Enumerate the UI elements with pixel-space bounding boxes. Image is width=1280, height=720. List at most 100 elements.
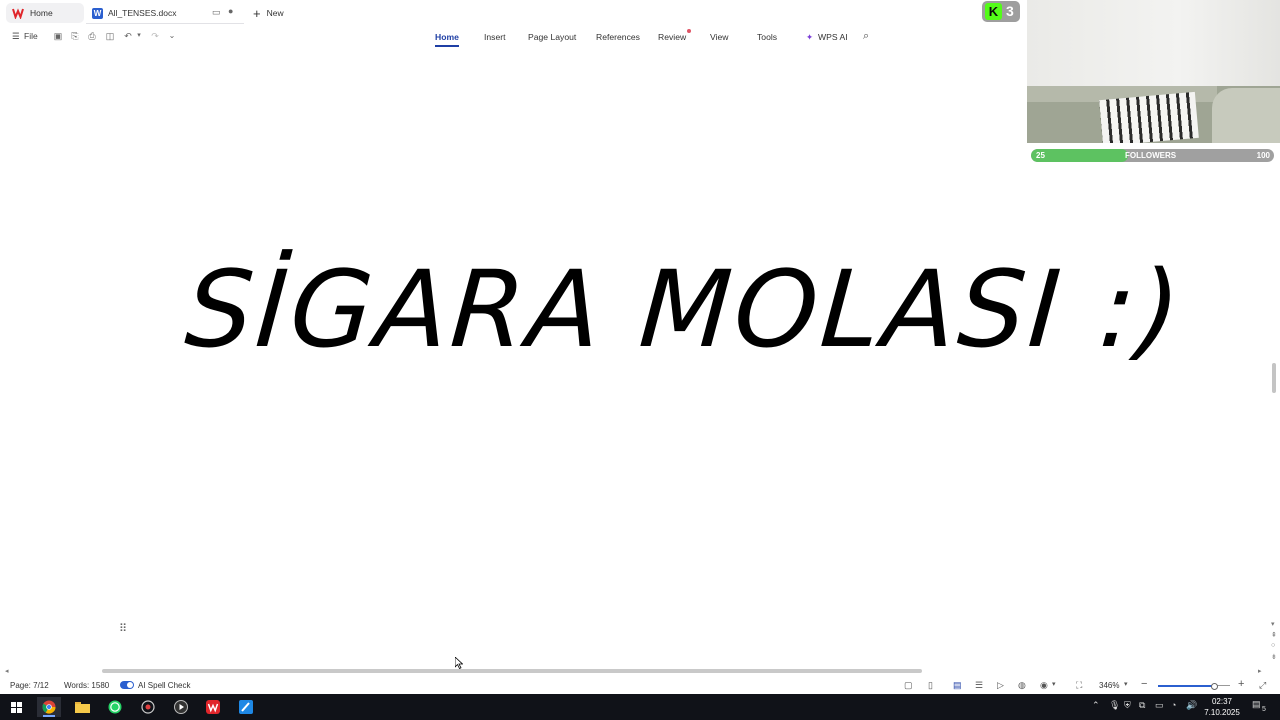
start-button[interactable] [4,697,28,717]
horizontal-scrollbar-thumb[interactable] [102,669,922,673]
taskbar-chrome[interactable] [37,697,61,717]
tab-ribbon-references[interactable]: References [596,32,640,42]
taskbar-whatsapp[interactable] [103,697,127,717]
followers-goal: 100 [1256,151,1270,160]
eye-protection-icon[interactable]: ◉ [1040,680,1048,691]
mouse-cursor-icon [455,657,463,669]
status-bar: Page: 7/12 Words: 1580 AI Spell Check ▢ … [0,678,1280,694]
folder-icon [74,702,90,713]
tab-home[interactable]: Home [6,3,84,23]
spell-check-toggle[interactable] [120,681,134,689]
file-menu[interactable]: File [24,31,38,41]
taskbar-media-player[interactable] [169,697,193,717]
wps-logo-icon [12,8,24,19]
taskbar-app-red[interactable] [136,697,160,717]
tab-ribbon-wps-ai[interactable]: WPS AI [818,32,848,42]
zoom-level[interactable]: 346% [1099,681,1119,690]
print-layout-icon[interactable]: ▤ [953,680,962,691]
webcam-armrest [1212,88,1280,143]
previous-page-icon[interactable]: ⇞ [1271,631,1277,639]
windows-taskbar: ⌃ 🎙 ⛨ ⧉ ▭ ◔ 🔊 02:37 7.10.2025 ▤ 5 [0,694,1280,720]
document-text[interactable]: SİGARA MOLASI :) [182,248,1187,371]
focus-mode-icon[interactable]: ▢ [904,680,913,691]
whatsapp-icon [108,700,122,714]
kick-viewer-badge: K 3 [982,1,1020,22]
horizontal-scrollbar[interactable]: ◂ ▸ [0,666,1268,676]
web-layout-icon[interactable]: ◍ [1018,680,1026,691]
tab-ribbon-insert[interactable]: Insert [484,32,506,42]
tray-chevron-icon[interactable]: ⌃ [1092,700,1100,711]
microphone-icon[interactable]: 🎙 [1109,700,1120,711]
word-doc-icon: W [92,7,103,19]
menu-icon[interactable]: ☰ [12,31,20,42]
tab-ribbon-home[interactable]: Home [435,32,459,47]
save-icon[interactable]: ▣ [53,31,63,41]
tab-ribbon-tools[interactable]: Tools [757,32,777,42]
webcam-pillow [1099,91,1199,143]
wifi-icon[interactable]: ◔ [1171,700,1176,710]
scroll-down-icon[interactable]: ▾ [1271,620,1275,628]
vertical-scrollbar-thumb[interactable] [1272,363,1276,393]
volume-icon[interactable]: 🔊 [1186,700,1197,711]
drag-handle-icon[interactable]: ⠿ [119,622,127,635]
unsaved-dot-icon[interactable]: ● [228,6,233,16]
outline-view-icon[interactable]: ☰ [975,680,983,691]
chrome-icon [42,700,56,714]
tab-document-label: All_TENSES.docx [108,8,177,18]
tab-ribbon-page-layout[interactable]: Page Layout [528,32,576,42]
plus-icon: + [253,5,261,21]
page-mode-icon[interactable]: ▯ [928,680,933,691]
word-count[interactable]: Words: 1580 [64,681,109,690]
review-notification-dot [687,29,691,33]
play-icon[interactable]: ▷ [997,680,1004,691]
print-preview-icon[interactable]: ◫ [105,31,115,41]
tab-ribbon-review[interactable]: Review [658,32,686,42]
taskbar-file-explorer[interactable] [70,697,94,717]
tab-home-label: Home [30,8,53,18]
windows-logo-icon [10,701,22,713]
wps-icon [206,700,220,714]
fullscreen-icon[interactable]: ⤢ [1259,680,1266,691]
cloud-sync-icon: ▭ [212,7,221,17]
eye-dropdown-icon[interactable]: ▾ [1052,680,1056,688]
scroll-left-icon[interactable]: ◂ [5,667,9,675]
tab-ribbon-view[interactable]: View [710,32,728,42]
print-icon[interactable]: ⎙ [87,31,97,41]
taskbar-clock[interactable]: 02:37 7.10.2025 [1200,696,1244,718]
ribbon-toolbar: ☰ File ▣ ⎘ ⎙ ◫ ↶ ▾ ↷ ⌄ Home Insert Page … [0,26,1026,48]
followers-label: FOLLOWERS [1125,151,1177,160]
notification-center-icon[interactable]: ▤ [1252,699,1261,710]
page-indicator[interactable]: Page: 7/12 [10,681,49,690]
new-tab-label: New [266,8,284,18]
export-icon[interactable]: ⎘ [70,31,80,41]
undo-icon[interactable]: ↶ [123,31,133,41]
clock-time: 02:37 [1211,697,1233,706]
customize-dropdown-icon[interactable]: ⌄ [167,31,177,41]
followers-current: 25 [1036,151,1045,160]
browse-object-icon[interactable]: ○ [1271,642,1275,649]
fit-page-icon[interactable]: ⛶ [1076,680,1082,691]
tray-app-icon[interactable]: ⧉ [1139,700,1145,711]
kick-logo-icon: K [985,3,1002,20]
zoom-in-button[interactable]: + [1238,678,1244,690]
search-icon[interactable]: ⌕ [863,30,869,43]
zoom-slider-knob[interactable] [1211,683,1219,690]
zoom-slider[interactable] [1158,683,1230,690]
tab-document[interactable]: W All_TENSES.docx ▭ ● [86,3,244,24]
taskbar-wps[interactable] [201,697,225,717]
new-tab-button[interactable]: + New [250,3,303,23]
zoom-out-button[interactable]: − [1141,678,1147,690]
kick-viewer-count: 3 [1006,3,1014,19]
paint-icon [239,700,253,714]
next-page-icon[interactable]: ⇟ [1271,653,1277,661]
zoom-slider-fill [1158,684,1215,687]
undo-dropdown-icon[interactable]: ▾ [134,31,144,41]
clock-date: 7.10.2025 [1204,708,1240,717]
battery-icon[interactable]: ▭ [1155,700,1164,711]
followers-progress-fill [1031,149,1129,162]
scroll-right-icon[interactable]: ▸ [1258,667,1262,675]
redo-icon[interactable]: ↷ [150,31,160,41]
zoom-dropdown-icon[interactable]: ▾ [1124,680,1128,688]
taskbar-paint[interactable] [234,697,258,717]
security-icon[interactable]: ⛨ [1124,700,1131,711]
